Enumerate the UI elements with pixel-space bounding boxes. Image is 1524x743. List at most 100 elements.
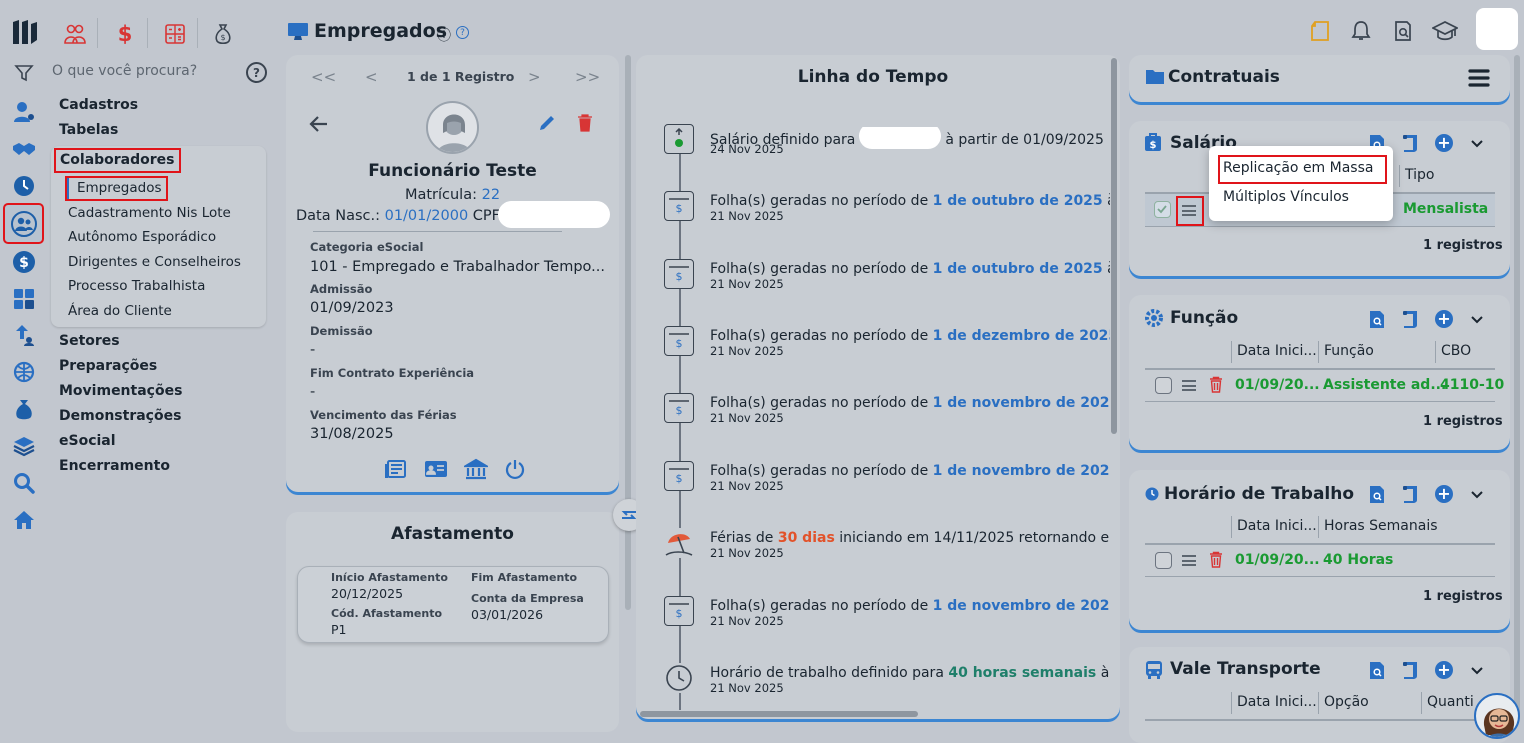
dropdown-multiplos-vinculos[interactable]: Múltiplos Vínculos: [1223, 189, 1349, 205]
horario-row-menu-icon[interactable]: [1182, 555, 1196, 566]
people-icon[interactable]: [64, 23, 86, 45]
horario-col-horas[interactable]: Horas Semanais: [1324, 518, 1438, 534]
power-icon[interactable]: [504, 458, 526, 484]
horario-col-data[interactable]: Data Inici...: [1237, 518, 1317, 534]
graduation-cap-icon[interactable]: [1431, 20, 1459, 46]
submenu-processo[interactable]: Processo Trabalhista: [68, 278, 205, 294]
menu-colaboradores[interactable]: Colaboradores: [54, 148, 181, 173]
edit-pencil-icon[interactable]: [538, 114, 556, 136]
field-categoria-label: Categoria eSocial: [310, 240, 424, 254]
salario-row-checkbox[interactable]: [1154, 201, 1171, 218]
pager-next-icon[interactable]: >: [528, 68, 541, 86]
user-settings-icon[interactable]: [12, 100, 36, 124]
pager-last-icon[interactable]: >>: [575, 68, 600, 86]
salario-add-icon[interactable]: +: [1435, 134, 1453, 152]
vale-doc-search-icon[interactable]: [1369, 661, 1385, 684]
calculator-icon[interactable]: [164, 23, 186, 45]
funcao-row-checkbox[interactable]: [1155, 377, 1172, 394]
delete-trash-icon[interactable]: [577, 114, 593, 136]
clock-icon[interactable]: [12, 174, 36, 198]
horario-add-icon[interactable]: +: [1435, 485, 1453, 503]
vale-scroll-icon[interactable]: [1402, 661, 1418, 684]
money-bag-icon[interactable]: $: [212, 23, 234, 45]
funcao-row-data: 01/09/20...: [1235, 377, 1320, 393]
search-input[interactable]: O que você procura?: [52, 63, 242, 85]
timeline-scrollbar[interactable]: [1111, 58, 1117, 434]
globe-network-icon[interactable]: [12, 360, 36, 384]
note-icon[interactable]: [1309, 20, 1331, 46]
vale-col-quantidade[interactable]: Quanti: [1427, 694, 1474, 710]
funcao-col-data[interactable]: Data Inici...: [1237, 343, 1317, 359]
salario-scroll-icon[interactable]: [1402, 134, 1418, 157]
right-column-scrollbar[interactable]: [1514, 55, 1520, 718]
calculator-icon[interactable]: [12, 287, 36, 311]
money-bag-icon[interactable]: [12, 397, 36, 421]
assistant-avatar[interactable]: [1474, 693, 1520, 739]
layers-icon[interactable]: [12, 434, 36, 458]
vale-add-icon[interactable]: +: [1435, 661, 1453, 679]
upload-person-icon[interactable]: [12, 323, 36, 347]
funcao-row-trash-icon[interactable]: [1209, 376, 1223, 397]
salario-row-menu-button[interactable]: [1176, 196, 1204, 226]
logo-icon[interactable]: [10, 18, 40, 46]
funcao-scroll-icon[interactable]: [1402, 310, 1418, 333]
salario-collapse-icon[interactable]: [1470, 138, 1484, 153]
menu-demonstracoes[interactable]: Demonstrações: [59, 408, 181, 424]
handshake-icon[interactable]: [12, 137, 36, 161]
funcao-col-funcao[interactable]: Função: [1324, 343, 1374, 359]
monitor-icon: [287, 22, 309, 46]
bank-icon[interactable]: [462, 458, 490, 484]
timeline-card: [636, 55, 1120, 719]
menu-preparacoes[interactable]: Preparações: [59, 358, 157, 374]
help-icon[interactable]: ?: [246, 62, 267, 83]
timeline-hscrollbar[interactable]: [640, 711, 918, 717]
menu-setores[interactable]: Setores: [59, 333, 120, 349]
horario-row-checkbox[interactable]: [1155, 552, 1172, 569]
submenu-empregados[interactable]: Empregados: [65, 176, 168, 201]
funcao-add-icon[interactable]: +: [1435, 310, 1453, 328]
home-icon[interactable]: [12, 508, 36, 532]
horario-title: Horário de Trabalho: [1164, 484, 1355, 504]
newspaper-icon[interactable]: [385, 459, 407, 483]
bell-icon[interactable]: [1350, 20, 1372, 46]
help-circle-icon[interactable]: ?: [456, 26, 469, 39]
svg-text:$: $: [220, 33, 225, 42]
horario-collapse-icon[interactable]: [1470, 489, 1484, 504]
filter-icon[interactable]: [13, 62, 35, 84]
document-search-icon[interactable]: [1392, 20, 1414, 46]
back-arrow-icon[interactable]: [309, 115, 329, 137]
menu-encerramento[interactable]: Encerramento: [59, 458, 170, 474]
funcao-col-cbo[interactable]: CBO: [1441, 343, 1471, 359]
horario-doc-search-icon[interactable]: [1369, 485, 1385, 508]
search-icon[interactable]: [12, 471, 36, 495]
dollar-icon[interactable]: $: [114, 22, 136, 46]
vale-col-opcao[interactable]: Opção: [1324, 694, 1369, 710]
menu-esocial[interactable]: eSocial: [59, 433, 116, 449]
horario-scroll-icon[interactable]: [1402, 485, 1418, 508]
menu-cadastros[interactable]: Cadastros: [59, 97, 138, 113]
funcao-doc-search-icon[interactable]: [1369, 310, 1385, 333]
menu-tabelas[interactable]: Tabelas: [59, 122, 118, 138]
dollar-circle-icon[interactable]: $: [12, 250, 36, 274]
field-demissao-label: Demissão: [310, 324, 373, 338]
info-icon[interactable]: ⓘ: [437, 25, 451, 45]
id-card-icon[interactable]: [424, 459, 448, 483]
vale-collapse-icon[interactable]: [1470, 665, 1484, 680]
avatar[interactable]: [1476, 8, 1518, 50]
funcao-row-menu-icon[interactable]: [1182, 380, 1196, 391]
funcao-collapse-icon[interactable]: [1470, 314, 1484, 329]
submenu-area-cliente[interactable]: Área do Cliente: [68, 303, 172, 319]
pager-prev-icon[interactable]: <: [365, 68, 378, 86]
horario-row-trash-icon[interactable]: [1209, 551, 1223, 572]
dropdown-replicacao-em-massa[interactable]: Replicação em Massa: [1218, 155, 1387, 184]
hamburger-menu-icon[interactable]: [1468, 67, 1490, 93]
salario-row-tipo: Mensalista: [1403, 201, 1489, 217]
collaborators-icon[interactable]: [3, 203, 44, 244]
salario-col-tipo[interactable]: Tipo: [1405, 167, 1434, 183]
vale-col-data[interactable]: Data Inici...: [1237, 694, 1317, 710]
submenu-cadastramento-nis[interactable]: Cadastramento Nis Lote: [68, 205, 231, 221]
submenu-dirigentes[interactable]: Dirigentes e Conselheiros: [68, 254, 241, 270]
submenu-autonomo[interactable]: Autônomo Esporádico: [68, 229, 216, 245]
menu-movimentacoes[interactable]: Movimentações: [59, 383, 182, 399]
pager-first-icon[interactable]: <<: [311, 68, 336, 86]
